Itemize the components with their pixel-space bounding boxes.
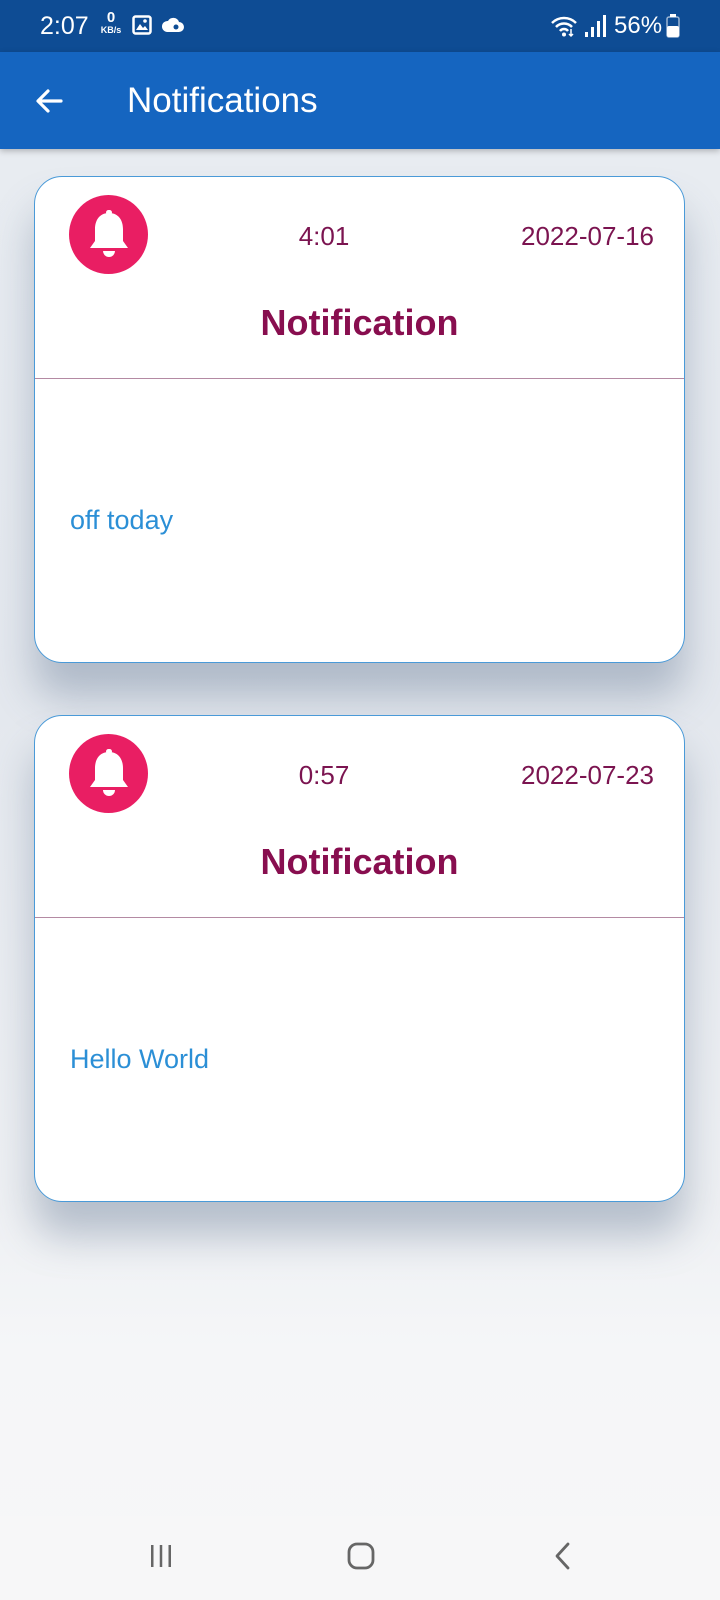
notification-date: 2022-07-23	[521, 760, 654, 790]
recents-icon	[151, 1545, 171, 1567]
status-time: 2:07	[40, 12, 89, 40]
system-nav-bar	[0, 1516, 720, 1600]
notification-title: Notification	[260, 841, 459, 882]
notification-card[interactable]: 0:57 2022-07-23 Notification Hello World	[34, 715, 685, 1202]
notification-message: off today	[70, 505, 174, 535]
notification-date: 2022-07-16	[521, 221, 654, 251]
battery-icon	[666, 14, 680, 43]
notification-message: Hello World	[70, 1044, 210, 1074]
card-divider	[35, 378, 684, 379]
network-speed-unit: KB/s	[100, 25, 122, 35]
battery-percentage: 56%	[614, 12, 663, 39]
home-icon	[347, 1542, 375, 1570]
bell-icon	[89, 209, 128, 257]
home-button[interactable]	[331, 1526, 391, 1586]
card-divider	[35, 917, 684, 918]
back-icon	[555, 1542, 570, 1570]
notification-time: 0:57	[298, 760, 350, 790]
signal-icon	[584, 14, 606, 43]
back-button[interactable]	[22, 74, 76, 128]
network-speed-value: 0	[106, 9, 116, 26]
page-title: Notifications	[127, 81, 318, 120]
notification-card[interactable]: 4:01 2022-07-16 Notification off today	[34, 176, 685, 663]
back-nav-button[interactable]	[533, 1526, 593, 1586]
arrow-left-icon	[36, 89, 63, 113]
network-speed: 0 KB/s	[97, 10, 125, 42]
recents-button[interactable]	[131, 1526, 191, 1586]
bell-badge	[69, 195, 148, 274]
wifi-icon	[550, 14, 578, 43]
notification-title: Notification	[260, 302, 459, 343]
bell-badge	[69, 734, 148, 813]
gallery-icon	[132, 15, 152, 40]
status-bar: 2:07 0 KB/s 56%	[0, 0, 720, 52]
cloud-icon	[161, 16, 185, 39]
bell-icon	[89, 748, 128, 796]
notification-time: 4:01	[298, 221, 350, 251]
app-bar: Notifications	[0, 52, 720, 149]
